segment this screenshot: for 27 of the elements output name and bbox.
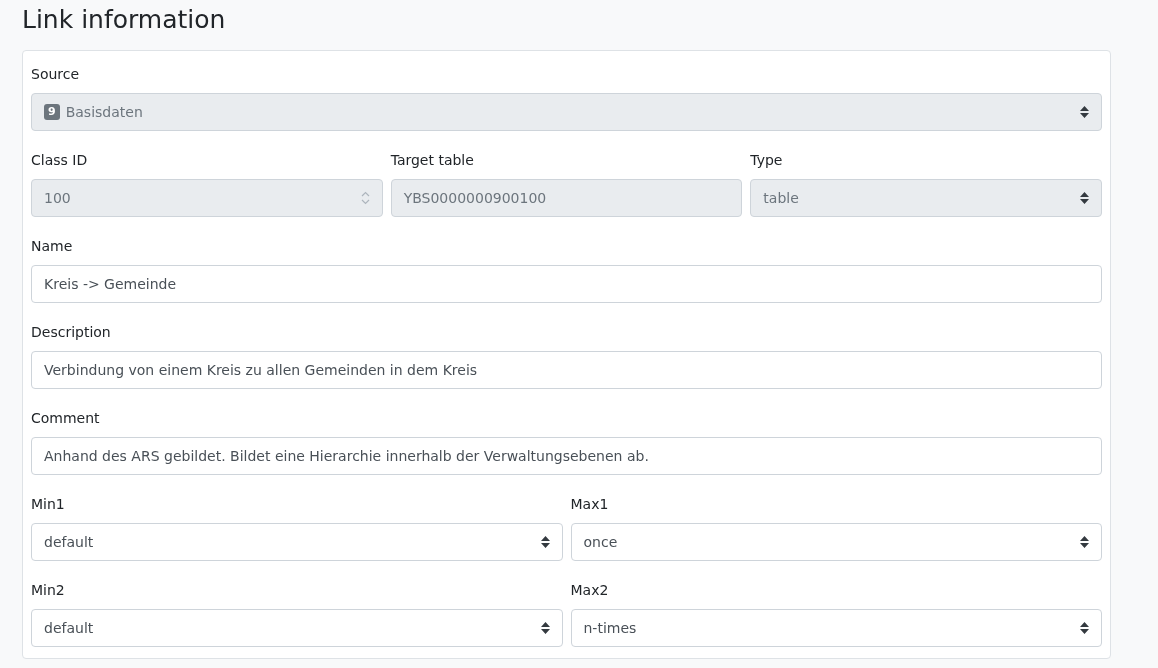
field-label: Description [31,323,111,342]
field-label: Target table [390,151,474,170]
select-field[interactable]: default [31,609,563,647]
page-title: Link information [22,4,226,36]
input-field[interactable]: Verbindung von einem Kreis zu allen Gemeinden in dem Kreis [31,351,1102,389]
select-caret-icon [540,622,550,634]
select-caret-icon [1080,106,1089,118]
select-field[interactable]: n-times [570,609,1102,647]
input-field[interactable]: Kreis -> Gemeinde [31,265,1102,303]
input-field[interactable]: Anhand des ARS gebildet. Bildet eine Hierarchie innerhalb der Verwaltungsebenen ab. [31,437,1102,475]
select-caret-icon [1080,536,1089,548]
field-label: Source [31,65,80,84]
select-caret-icon [1080,192,1089,204]
count-badge: 9 [44,104,60,120]
field-label: Class ID [31,151,88,170]
field-label: Name [31,237,73,256]
field-label: Min1 [31,495,65,514]
select-caret-icon [540,536,550,548]
field-label: Max2 [570,581,609,600]
select-field[interactable]: once [570,523,1102,561]
spinner-icon [360,191,370,205]
select-caret-icon [1080,622,1089,634]
field-label: Comment [31,409,100,428]
field-label: Type [750,151,783,170]
field-label: Min2 [31,581,65,600]
field-label: Max1 [570,495,609,514]
select-field[interactable]: default [31,523,563,561]
